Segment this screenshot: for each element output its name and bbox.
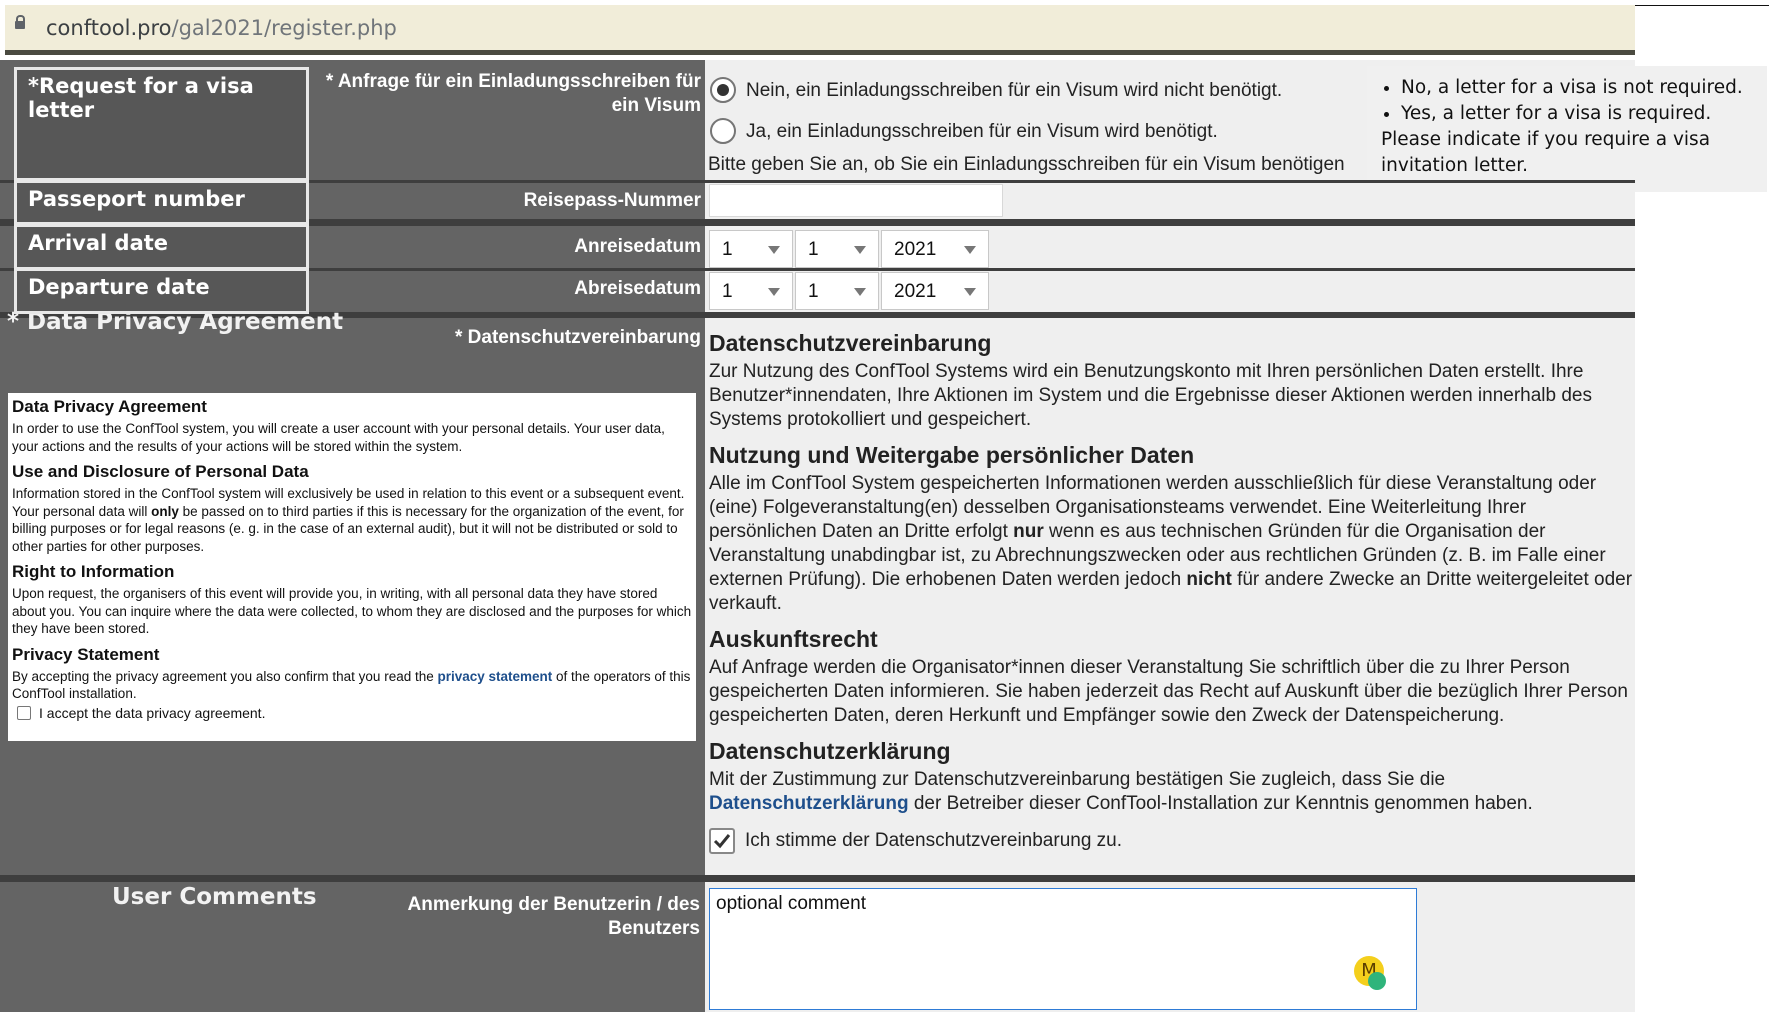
checkmark-icon [713, 834, 731, 849]
chevron-down-icon [768, 288, 780, 296]
de-accept-checkbox[interactable] [709, 828, 735, 854]
de-heading-use: Nutzung und Weitergabe persönlicher Date… [709, 442, 1195, 468]
chevron-down-icon [964, 246, 976, 254]
chevron-down-icon [854, 246, 866, 254]
visa-radio-yes[interactable] [710, 118, 736, 144]
de-accept-label: Ich stimme der Datenschutzvereinbarung z… [745, 830, 1123, 851]
lock-icon [15, 15, 25, 29]
departure-year-value: 2021 [894, 281, 937, 302]
de-text-use-bold1: nur [1013, 521, 1044, 542]
de-text-statement-a: Mit der Zustimmung zur Datenschutzverein… [709, 769, 1446, 790]
row-separator [0, 875, 1635, 882]
comments-textarea[interactable]: optional comment [709, 888, 1417, 1010]
chevron-down-icon [768, 246, 780, 254]
tooltip-item-yes: Yes, a letter for a visa is required. [1401, 101, 1753, 127]
url-path: /gal2021/register.php [171, 16, 397, 40]
en-text-statement-a: By accepting the privacy agreement you a… [12, 668, 438, 684]
de-text-use: Alle im ConfTool System gespeicherten In… [709, 472, 1634, 616]
visa-radio-no[interactable] [710, 77, 736, 103]
chevron-down-icon [854, 288, 866, 296]
de-heading-agreement: Datenschutzvereinbarung [709, 330, 992, 356]
en-heading-use: Use and Disclosure of Personal Data [12, 462, 309, 481]
privacy-label: * Datenschutzvereinbarung [455, 327, 701, 348]
visa-option-yes-label: Ja, ein Einladungsschreiben für ein Visu… [746, 121, 1218, 142]
visa-label: * Anfrage für ein Einladungsschreiben fü… [325, 71, 701, 116]
arrival-month-value: 1 [808, 239, 819, 260]
arrival-overlay-label: Arrival date [14, 224, 309, 270]
de-privacy-statement-link[interactable]: Datenschutzerklärung [709, 793, 909, 814]
en-heading-agreement: Data Privacy Agreement [12, 397, 207, 416]
window-edge-line [1635, 5, 1769, 6]
de-text-agreement: Zur Nutzung des ConfTool Systems wird ei… [709, 361, 1592, 430]
en-accept-label: I accept the data privacy agreement. [39, 704, 266, 721]
en-text-right: Upon request, the organisers of this eve… [12, 586, 692, 636]
arrival-year-select[interactable]: 2021 [881, 230, 989, 268]
chevron-down-icon [964, 288, 976, 296]
passport-overlay-label: Passeport number [14, 180, 309, 225]
de-heading-right: Auskunftsrecht [709, 626, 878, 652]
arrival-year-value: 2021 [894, 239, 937, 260]
departure-day-select[interactable]: 1 [709, 272, 793, 310]
comments-label: Anmerkung der Benutzerin / des Benutzers [407, 894, 700, 939]
departure-label: Abreisedatum [574, 278, 701, 299]
en-heading-right: Right to Information [12, 562, 175, 581]
departure-overlay-label: Departure date [14, 268, 309, 314]
de-heading-statement: Datenschutzerklärung [709, 738, 951, 764]
tooltip-note: Please indicate if you require a visa in… [1381, 129, 1711, 176]
refresh-icon [1368, 972, 1386, 990]
de-accept-row: Ich stimme der Datenschutzvereinbarung z… [709, 828, 1634, 854]
url-domain: conftool.pro [46, 16, 172, 40]
visa-hint: Bitte geben Sie an, ob Sie ein Einladung… [708, 154, 1345, 175]
arrival-label: Anreisedatum [574, 236, 701, 257]
en-accept-row: I accept the data privacy agreement. [12, 705, 692, 721]
en-text-statement: By accepting the privacy agreement you a… [12, 668, 692, 703]
en-privacy-statement-link[interactable]: privacy statement [437, 669, 552, 684]
visa-overlay-label: *Request for a visa letter [14, 67, 309, 181]
arrival-day-value: 1 [722, 239, 733, 260]
passport-input[interactable] [709, 184, 1003, 217]
privacy-english-box: Data Privacy Agreement In order to use t… [8, 393, 696, 741]
privacy-german-text: Datenschutzvereinbarung Zur Nutzung des … [709, 328, 1634, 854]
arrival-month-select[interactable]: 1 [795, 230, 879, 268]
visa-option-no-label: Nein, ein Einladungsschreiben für ein Vi… [746, 80, 1283, 101]
en-text-agreement: In order to use the ConfTool system, you… [12, 421, 665, 454]
de-text-statement-b: der Betreiber dieser ConfTool-Installati… [908, 793, 1533, 814]
en-text-use: Information stored in the ConfTool syste… [12, 485, 692, 555]
passport-label: Reisepass-Nummer [523, 190, 701, 211]
tooltip-item-no: No, a letter for a visa is not required. [1401, 75, 1753, 101]
url-text[interactable]: conftool.pro/gal2021/register.php [46, 16, 397, 40]
en-heading-statement: Privacy Statement [12, 644, 160, 664]
en-text-use-bold: only [151, 503, 179, 519]
de-text-right: Auf Anfrage werden die Organisator*innen… [709, 657, 1628, 726]
comments-overlay-label: User Comments [112, 884, 317, 910]
de-text-use-bold2: nicht [1186, 569, 1232, 590]
de-text-statement: Mit der Zustimmung zur Datenschutzverein… [709, 768, 1634, 816]
visa-tooltip: No, a letter for a visa is not required.… [1367, 66, 1767, 192]
departure-day-value: 1 [722, 281, 733, 302]
arrival-day-select[interactable]: 1 [709, 230, 793, 268]
departure-month-value: 1 [808, 281, 819, 302]
departure-month-select[interactable]: 1 [795, 272, 879, 310]
en-accept-checkbox[interactable] [17, 705, 31, 720]
departure-year-select[interactable]: 2021 [881, 272, 989, 310]
